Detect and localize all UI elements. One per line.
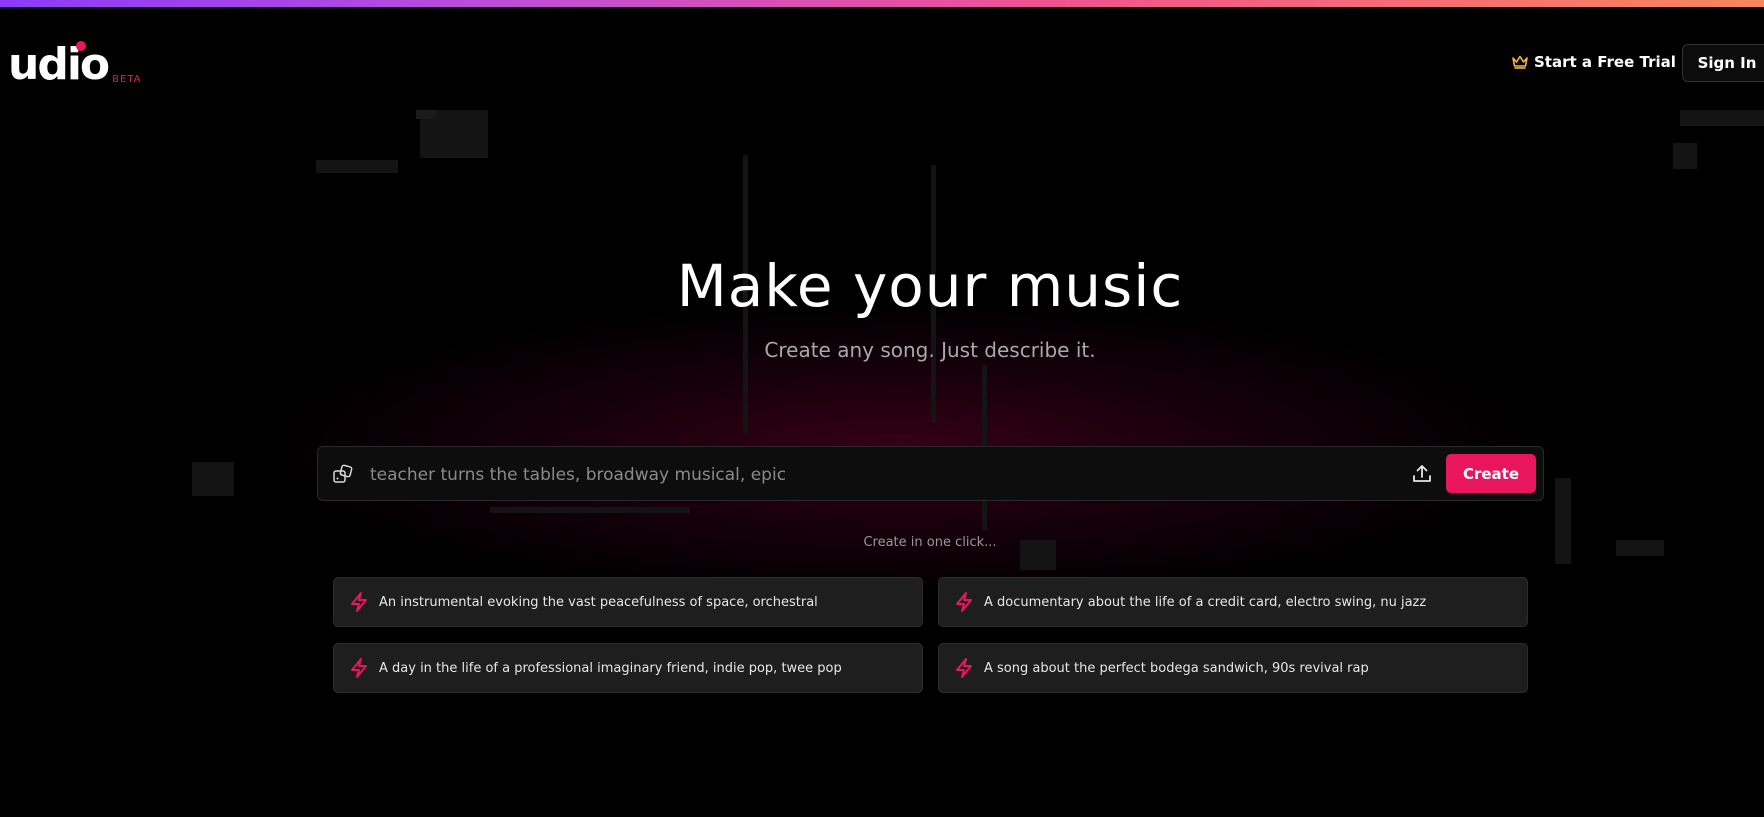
- decor-block: [316, 160, 398, 173]
- sign-in-button[interactable]: Sign In: [1682, 44, 1764, 82]
- suggestion-text: A song about the perfect bodega sandwich…: [984, 660, 1369, 676]
- logo-wordmark: udio: [8, 39, 110, 90]
- decor-block: [192, 462, 234, 496]
- logo-dot: [76, 41, 86, 51]
- dice-icon[interactable]: [332, 463, 354, 485]
- decor-block: [1673, 143, 1697, 169]
- prompt-bar: Create: [317, 446, 1544, 501]
- beta-badge: BETA: [112, 74, 142, 85]
- page-subtitle: Create any song. Just describe it.: [764, 338, 1096, 362]
- suggestion-card[interactable]: An instrumental evoking the vast peacefu…: [333, 577, 923, 627]
- suggestion-card[interactable]: A song about the perfect bodega sandwich…: [938, 643, 1528, 693]
- bolt-icon: [351, 592, 367, 612]
- suggestion-text: An instrumental evoking the vast peacefu…: [379, 594, 818, 610]
- decor-line: [1555, 478, 1571, 564]
- create-button[interactable]: Create: [1446, 454, 1536, 493]
- start-free-trial-label: Start a Free Trial: [1534, 53, 1676, 71]
- page-title: Make your music: [676, 252, 1184, 320]
- decor-line: [490, 507, 690, 513]
- bolt-icon: [351, 658, 367, 678]
- udio-logo[interactable]: udio BETA: [8, 39, 142, 90]
- bolt-icon: [956, 592, 972, 612]
- suggestion-card[interactable]: A documentary about the life of a credit…: [938, 577, 1528, 627]
- header: udio BETA Start a Free Trial Sign In: [0, 7, 1764, 117]
- prompt-input[interactable]: [368, 457, 1392, 493]
- suggestion-card[interactable]: A day in the life of a professional imag…: [333, 643, 923, 693]
- page: udio BETA Start a Free Trial Sign In Mak…: [0, 0, 1764, 817]
- top-gradient-bar: [0, 0, 1764, 7]
- bolt-icon: [956, 658, 972, 678]
- suggestion-text: A day in the life of a professional imag…: [379, 660, 842, 676]
- crown-icon: [1512, 55, 1528, 69]
- one-click-label: Create in one click...: [863, 535, 997, 550]
- start-free-trial-link[interactable]: Start a Free Trial: [1512, 53, 1676, 71]
- suggestion-text: A documentary about the life of a credit…: [984, 594, 1427, 610]
- upload-icon[interactable]: [1410, 462, 1434, 486]
